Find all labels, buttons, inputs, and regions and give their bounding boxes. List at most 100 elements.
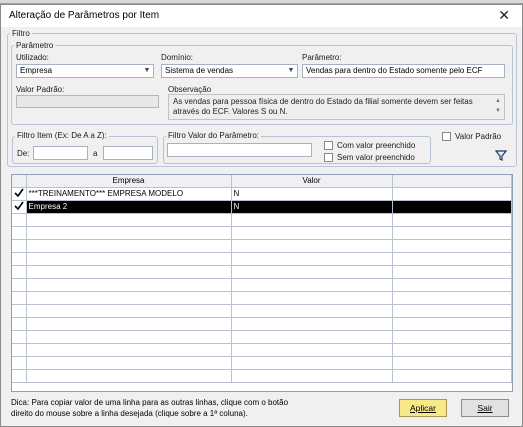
empresa-cell[interactable]: Empresa 2 [26,200,232,214]
row-select-cell[interactable] [12,252,27,266]
table-row[interactable] [12,304,512,318]
valor-cell[interactable] [231,252,393,266]
table-row[interactable] [12,356,512,370]
valor-cell[interactable] [231,213,393,227]
table-row[interactable] [12,343,512,357]
utilizado-select[interactable]: Empresa ▼ [16,64,154,78]
filler-cell[interactable] [392,369,512,383]
empresa-cell[interactable] [26,265,232,279]
valor-cell[interactable] [231,265,393,279]
empresa-cell[interactable] [26,291,232,305]
empresa-cell[interactable] [26,252,232,266]
hint-line-2: direito do mouse sobre a linha desejada … [11,409,248,418]
table-row[interactable] [12,226,512,240]
filler-cell[interactable] [392,304,512,318]
empresa-cell[interactable] [26,356,232,370]
valor-cell[interactable]: N [231,187,393,201]
valor-cell[interactable] [231,356,393,370]
funnel-icon[interactable] [495,150,507,161]
filler-cell[interactable] [392,317,512,331]
empresa-cell[interactable] [26,226,232,240]
row-select-cell[interactable] [12,265,27,279]
items-grid[interactable]: Empresa Valor ***TREINAMENTO*** EMPRESA … [11,174,513,392]
row-select-cell[interactable] [12,304,27,318]
empresa-cell[interactable] [26,343,232,357]
valor-cell[interactable] [231,226,393,240]
valor-cell[interactable] [231,278,393,292]
filler-cell[interactable] [392,330,512,344]
dominio-value: Sistema de vendas [165,66,234,75]
valor-cell[interactable]: N [231,200,393,214]
close-icon[interactable]: ✕ [498,7,510,24]
utilizado-label: Utilizado: [16,53,49,62]
empresa-cell[interactable] [26,278,232,292]
empresa-cell[interactable] [26,304,232,318]
filler-cell[interactable] [392,226,512,240]
row-select-cell[interactable] [12,343,27,357]
table-row[interactable] [12,265,512,279]
filler-cell[interactable] [392,252,512,266]
table-row[interactable] [12,252,512,266]
valor-cell[interactable] [231,317,393,331]
column-header-empresa[interactable]: Empresa [26,175,232,188]
filler-cell[interactable] [392,265,512,279]
a-input[interactable] [103,146,153,160]
grid-header-filler [392,175,512,188]
filler-cell[interactable] [392,291,512,305]
filler-cell[interactable] [392,356,512,370]
table-row[interactable]: Empresa 2N [12,200,512,214]
empresa-cell[interactable]: ***TREINAMENTO*** EMPRESA MODELO [26,187,232,201]
row-select-cell[interactable] [12,369,27,383]
valor-cell[interactable] [231,343,393,357]
table-row[interactable] [12,330,512,344]
row-select-cell[interactable] [12,330,27,344]
valor-cell[interactable] [231,239,393,253]
empresa-cell[interactable] [26,213,232,227]
de-input[interactable] [33,146,88,160]
com-valor-label: Com valor preenchido [337,141,416,150]
filler-cell[interactable] [392,278,512,292]
hint-text: Dica: Para copiar valor de uma linha par… [11,397,288,419]
checkmark-icon [14,201,24,211]
table-row[interactable] [12,213,512,227]
column-header-valor[interactable]: Valor [231,175,393,188]
valor-cell[interactable] [231,304,393,318]
empresa-cell[interactable] [26,369,232,383]
row-select-cell[interactable] [12,226,27,240]
table-row[interactable] [12,291,512,305]
row-select-cell[interactable] [12,356,27,370]
table-row[interactable] [12,317,512,331]
table-row[interactable] [12,369,512,383]
table-row[interactable] [12,278,512,292]
valor-cell[interactable] [231,369,393,383]
row-select-cell[interactable] [12,200,27,214]
sem-valor-checkbox[interactable] [324,153,333,162]
apply-button[interactable]: Aplicar [399,399,447,417]
filtro-legend: Filtro [10,29,32,38]
empresa-cell[interactable] [26,317,232,331]
row-select-cell[interactable] [12,187,27,201]
valor-cell[interactable] [231,330,393,344]
row-select-cell[interactable] [12,239,27,253]
valor-padrao-checkbox[interactable] [442,132,451,141]
memo-scrollbar[interactable]: ▲ ▼ [493,96,503,118]
empresa-cell[interactable] [26,239,232,253]
filler-cell[interactable] [392,187,512,201]
valor-cell[interactable] [231,291,393,305]
row-select-cell[interactable] [12,278,27,292]
table-row[interactable] [12,239,512,253]
dominio-select[interactable]: Sistema de vendas ▼ [161,64,298,78]
filler-cell[interactable] [392,213,512,227]
row-select-cell[interactable] [12,213,27,227]
row-select-cell[interactable] [12,317,27,331]
table-row[interactable]: ***TREINAMENTO*** EMPRESA MODELO N [12,187,512,201]
com-valor-checkbox[interactable] [324,141,333,150]
row-select-cell[interactable] [12,291,27,305]
filtro-valor-input[interactable] [167,143,312,157]
exit-button[interactable]: Sair [461,399,509,417]
empresa-cell[interactable] [26,330,232,344]
parametro-field[interactable]: Vendas para dentro do Estado somente pel… [302,64,505,78]
filler-cell[interactable] [392,343,512,357]
filler-cell[interactable] [392,239,512,253]
filler-cell[interactable] [392,200,512,214]
